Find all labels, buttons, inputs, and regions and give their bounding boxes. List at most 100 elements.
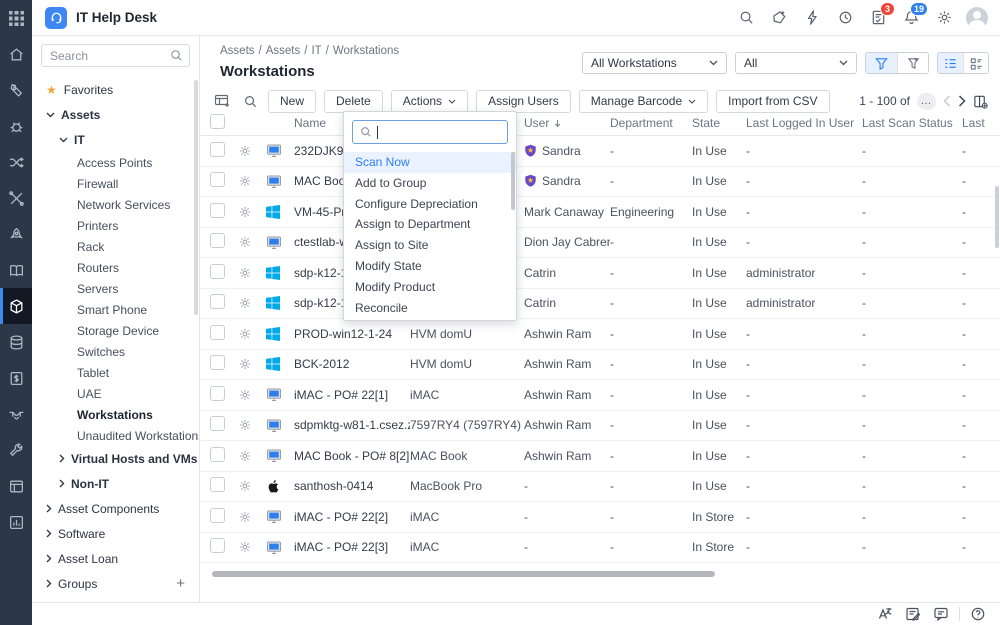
sidebar-item-access-points[interactable]: Access Points bbox=[32, 152, 199, 173]
history-icon[interactable] bbox=[834, 7, 856, 29]
contracts-handshake-icon[interactable] bbox=[0, 396, 32, 432]
sort-descending-icon[interactable] bbox=[553, 119, 562, 128]
table-row[interactable]: PROD-win12-1-24HVM domUAshwin Ram-In Use… bbox=[200, 319, 1000, 350]
row-actions-gear-icon[interactable] bbox=[238, 540, 266, 554]
row-checkbox[interactable] bbox=[210, 508, 225, 523]
table-row[interactable]: santhosh-0414MacBook Pro--In Use--- bbox=[200, 472, 1000, 503]
requests-ticket-icon[interactable] bbox=[0, 72, 32, 108]
previous-page-icon[interactable] bbox=[943, 95, 951, 107]
tag-add-icon[interactable] bbox=[768, 7, 790, 29]
sidebar-item-non-it[interactable]: Non-IT bbox=[32, 471, 199, 496]
row-actions-gear-icon[interactable] bbox=[238, 235, 266, 249]
row-actions-gear-icon[interactable] bbox=[238, 266, 266, 280]
solutions-book-icon[interactable] bbox=[0, 252, 32, 288]
pagination-total-ellipsis[interactable]: … bbox=[917, 93, 936, 110]
sidebar-item-printers[interactable]: Printers bbox=[32, 215, 199, 236]
asset-name-link[interactable]: sdpmktg-w81-1.csez.z... bbox=[294, 418, 410, 432]
menu-item-assign-to-department[interactable]: Assign to Department bbox=[344, 214, 516, 235]
row-actions-gear-icon[interactable] bbox=[238, 357, 266, 371]
row-actions-gear-icon[interactable] bbox=[238, 388, 266, 402]
actions-menu-scrollbar[interactable] bbox=[511, 152, 515, 210]
breadcrumb-assets[interactable]: Assets bbox=[220, 45, 255, 57]
asset-name-link[interactable]: iMAC - PO# 22[2] bbox=[294, 510, 410, 524]
select-all-checkbox[interactable] bbox=[210, 114, 225, 129]
sidebar-item-routers[interactable]: Routers bbox=[32, 257, 199, 278]
sidebar-item-asset-loan[interactable]: Asset Loan bbox=[32, 546, 199, 571]
table-row[interactable]: iMAC - PO# 22[2]iMAC--In Store--- bbox=[200, 502, 1000, 533]
asset-name-link[interactable]: iMAC - PO# 22[3] bbox=[294, 540, 410, 554]
sidebar-item-unaudited-workstations[interactable]: Unaudited Workstations bbox=[32, 425, 199, 446]
breadcrumb-it[interactable]: IT bbox=[311, 45, 321, 57]
row-checkbox[interactable] bbox=[210, 172, 225, 187]
table-row[interactable]: 232DJK98Sandra-In Use--- bbox=[200, 136, 1000, 167]
feedback-icon[interactable] bbox=[899, 603, 927, 625]
row-checkbox[interactable] bbox=[210, 538, 225, 553]
row-checkbox[interactable] bbox=[210, 325, 225, 340]
menu-item-scan-now[interactable]: Scan Now bbox=[344, 152, 516, 173]
next-page-icon[interactable] bbox=[958, 95, 966, 107]
table-row[interactable]: MAC BookSandra-In Use--- bbox=[200, 167, 1000, 198]
sidebar-search-input[interactable] bbox=[41, 44, 190, 67]
sidebar-item-uae[interactable]: UAE bbox=[32, 383, 199, 404]
row-actions-gear-icon[interactable] bbox=[238, 296, 266, 310]
row-checkbox[interactable] bbox=[210, 477, 225, 492]
lightning-icon[interactable] bbox=[801, 7, 823, 29]
table-row[interactable]: MAC Book - PO# 8[2]MAC BookAshwin Ram-In… bbox=[200, 441, 1000, 472]
sidebar-item-it[interactable]: IT bbox=[32, 127, 199, 152]
menu-item-modify-state[interactable]: Modify State bbox=[344, 256, 516, 277]
translate-icon[interactable] bbox=[871, 603, 899, 625]
apps-grid-icon[interactable] bbox=[0, 0, 32, 36]
filter-funnel-button[interactable] bbox=[866, 53, 897, 73]
menu-item-reconcile[interactable]: Reconcile bbox=[344, 298, 516, 319]
view-filter-select[interactable]: All Workstations bbox=[582, 52, 727, 74]
admin-wrench-icon[interactable] bbox=[0, 432, 32, 468]
vertical-scrollbar[interactable] bbox=[995, 186, 999, 248]
row-checkbox[interactable] bbox=[210, 386, 225, 401]
column-header-state[interactable]: State bbox=[692, 116, 746, 130]
menu-item-assign-to-site[interactable]: Assign to Site bbox=[344, 235, 516, 256]
row-actions-gear-icon[interactable] bbox=[238, 510, 266, 524]
column-header-last[interactable]: Last bbox=[962, 116, 1000, 130]
global-search-icon[interactable] bbox=[735, 7, 757, 29]
breadcrumb-assets-2[interactable]: Assets bbox=[266, 45, 301, 57]
actions-menu-search-input[interactable] bbox=[352, 120, 508, 144]
changes-shuffle-icon[interactable] bbox=[0, 144, 32, 180]
user-avatar[interactable] bbox=[966, 7, 988, 29]
help-icon[interactable] bbox=[964, 603, 992, 625]
sidebar-item-workstations[interactable]: Workstations bbox=[32, 404, 199, 425]
add-group-plus-icon[interactable]: + bbox=[176, 575, 185, 592]
sidebar-item-asset-components[interactable]: Asset Components bbox=[32, 496, 199, 521]
list-search-icon[interactable] bbox=[240, 91, 260, 111]
column-header-user[interactable]: User bbox=[524, 116, 610, 130]
reports-window-icon[interactable] bbox=[0, 468, 32, 504]
table-add-icon[interactable] bbox=[212, 91, 232, 111]
row-actions-gear-icon[interactable] bbox=[238, 174, 266, 188]
row-checkbox[interactable] bbox=[210, 447, 225, 462]
row-checkbox[interactable] bbox=[210, 264, 225, 279]
column-header-department[interactable]: Department bbox=[610, 116, 692, 130]
assets-cube-icon[interactable] bbox=[0, 288, 32, 324]
table-row[interactable]: iMAC - PO# 22[3]iMAC--In Store--- bbox=[200, 533, 1000, 564]
menu-item-modify-product[interactable]: Modify Product bbox=[344, 277, 516, 298]
settings-gear-icon[interactable] bbox=[933, 7, 955, 29]
table-row[interactable]: sdp-k12-1Catrin-In Useadministrator-- bbox=[200, 258, 1000, 289]
row-actions-gear-icon[interactable] bbox=[238, 418, 266, 432]
sidebar-item-network-services[interactable]: Network Services bbox=[32, 194, 199, 215]
table-row[interactable]: sdpmktg-w81-1.csez.z...7597RY4 (7597RY4)… bbox=[200, 411, 1000, 442]
sidebar-item-virtual-hosts-and-vms[interactable]: Virtual Hosts and VMs bbox=[32, 446, 199, 471]
list-view-button[interactable] bbox=[938, 53, 963, 73]
approvals-icon[interactable]: 3 bbox=[867, 7, 889, 29]
filter-settings-button[interactable] bbox=[897, 53, 928, 73]
row-checkbox[interactable] bbox=[210, 233, 225, 248]
sidebar-item-favorites[interactable]: ★Favorites bbox=[32, 77, 199, 102]
cmdb-database-icon[interactable] bbox=[0, 324, 32, 360]
sidebar-item-tablet[interactable]: Tablet bbox=[32, 362, 199, 383]
home-icon[interactable] bbox=[0, 36, 32, 72]
menu-item-mark-as-loanable[interactable]: Mark as Loanable bbox=[344, 318, 516, 321]
sidebar-item-groups[interactable]: Groups+ bbox=[32, 571, 199, 596]
table-row[interactable]: VM-45-ProMark CanawayEngineeringIn Use--… bbox=[200, 197, 1000, 228]
purchases-dollar-icon[interactable] bbox=[0, 360, 32, 396]
menu-item-configure-depreciation[interactable]: Configure Depreciation bbox=[344, 194, 516, 215]
row-checkbox[interactable] bbox=[210, 294, 225, 309]
row-actions-gear-icon[interactable] bbox=[238, 327, 266, 341]
